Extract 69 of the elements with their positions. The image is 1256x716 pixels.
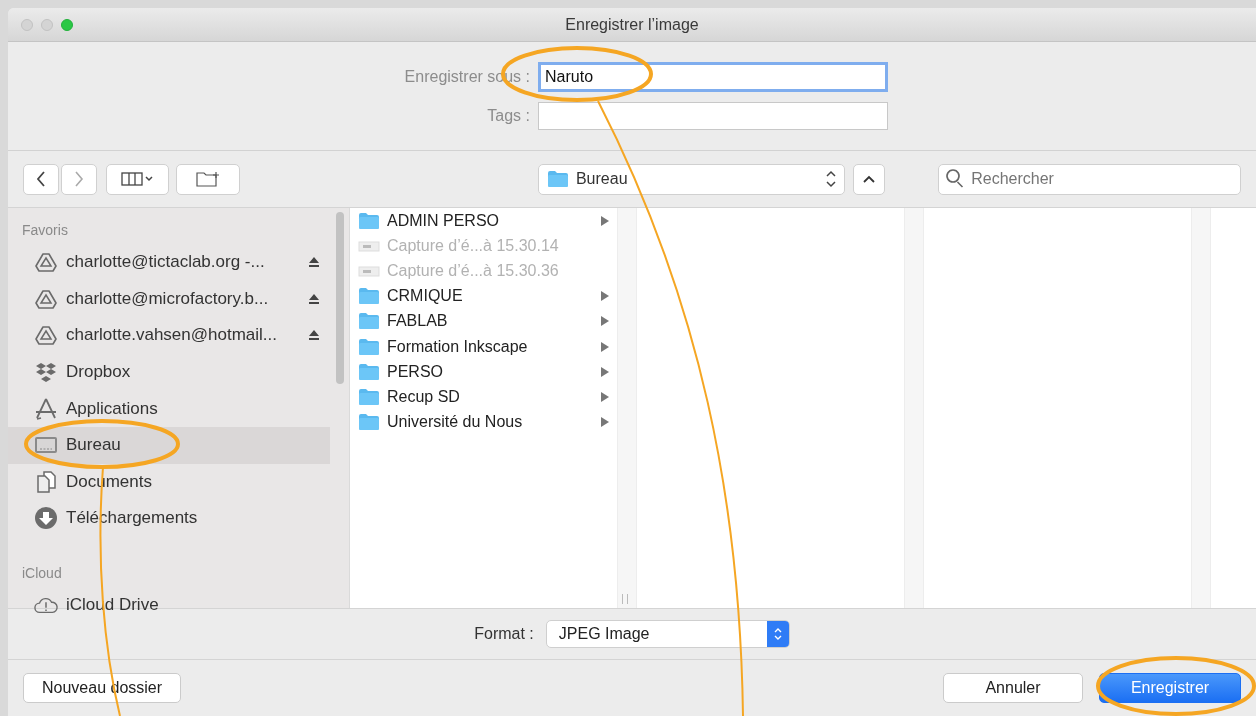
sidebar-item[interactable]: Bureau xyxy=(8,426,330,464)
sidebar-item[interactable]: Applications xyxy=(8,390,330,427)
chevron-right-icon xyxy=(74,171,84,187)
folder-icon xyxy=(358,211,380,230)
search-field[interactable]: Rechercher xyxy=(938,163,1241,195)
sidebar-item[interactable]: charlotte@microfactory.b... xyxy=(8,280,330,318)
sidebar-item[interactable]: charlotte.vahsen@hotmail... xyxy=(8,317,330,354)
stepper-icon xyxy=(826,170,837,188)
file-row[interactable]: Université du Nous xyxy=(350,409,617,435)
cancel-button[interactable]: Annuler xyxy=(943,673,1083,703)
file-row[interactable]: Recup SD xyxy=(350,384,617,410)
sidebar-heading: iCloud xyxy=(21,563,63,583)
file-row[interactable]: FABLAB xyxy=(350,308,617,334)
disclosure-icon xyxy=(601,215,609,226)
file-row[interactable]: Formation Inkscape xyxy=(350,333,617,360)
new-folder-button[interactable] xyxy=(176,163,240,195)
stepper-icon xyxy=(773,627,782,641)
drive-icon xyxy=(34,252,58,273)
folder-icon xyxy=(358,387,380,406)
sidebar-item[interactable]: charlotte@tictaclab.org -... xyxy=(8,244,330,281)
sidebar-heading: Favoris xyxy=(21,221,69,240)
disclosure-icon xyxy=(601,366,609,377)
drive-icon xyxy=(34,325,58,346)
save-button[interactable]: Enregistrer xyxy=(1099,673,1241,703)
folder-icon xyxy=(546,170,569,188)
disclosure-icon xyxy=(601,391,609,402)
eject-icon[interactable] xyxy=(308,329,320,342)
sidebar-item[interactable]: Dropbox xyxy=(8,353,330,391)
cloud-icon xyxy=(34,595,58,616)
tags-field[interactable] xyxy=(538,102,888,130)
filename-field[interactable]: Naruto xyxy=(538,62,888,92)
back-button[interactable] xyxy=(23,163,59,195)
disclosure-icon xyxy=(601,316,609,327)
file-row[interactable]: CRMIQUE xyxy=(350,283,617,309)
column-resize-handle[interactable] xyxy=(622,594,628,604)
location-popup[interactable]: Bureau xyxy=(537,163,846,195)
search-icon xyxy=(946,169,964,188)
folder-icon xyxy=(358,337,380,356)
chevron-up-icon xyxy=(863,175,876,183)
folder-icon xyxy=(358,413,380,432)
folder-plus-icon xyxy=(195,170,222,188)
view-button[interactable] xyxy=(106,163,170,195)
folder-icon xyxy=(358,312,380,331)
disclosure-icon xyxy=(601,417,609,428)
image-file-icon xyxy=(358,263,380,278)
dropbox-icon xyxy=(34,362,58,383)
disclosure-icon xyxy=(601,291,609,302)
disclosure-icon xyxy=(601,341,609,352)
file-row[interactable]: ADMIN PERSO xyxy=(350,208,617,234)
folder-icon xyxy=(358,287,380,306)
desktop-icon xyxy=(34,435,58,456)
folder-icon xyxy=(358,362,380,381)
drive-icon xyxy=(34,288,58,309)
image-file-icon xyxy=(358,238,380,253)
chevron-left-icon xyxy=(36,171,46,187)
applications-icon xyxy=(34,397,58,420)
documents-icon xyxy=(34,470,58,493)
columns-icon xyxy=(120,172,155,186)
up-button[interactable] xyxy=(853,163,886,195)
file-row[interactable]: PERSO xyxy=(350,359,617,385)
download-icon xyxy=(34,506,58,531)
format-popup[interactable]: JPEG Image xyxy=(545,620,790,648)
zoom-button[interactable] xyxy=(61,18,73,31)
scrollbar[interactable] xyxy=(336,212,344,384)
window-title: Enregistrer l’image xyxy=(565,15,699,34)
eject-icon[interactable] xyxy=(308,292,320,305)
eject-icon[interactable] xyxy=(308,256,320,269)
field-label: Tags : xyxy=(487,107,530,125)
format-label: Format : xyxy=(474,625,534,643)
